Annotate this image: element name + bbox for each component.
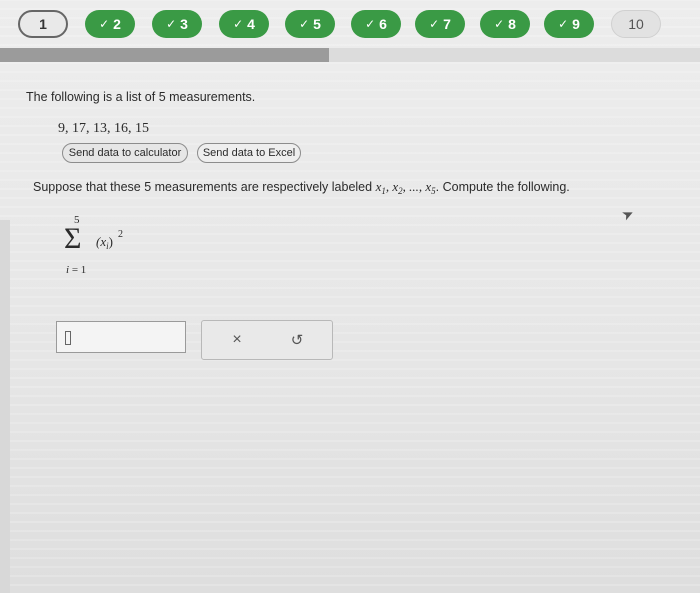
question-variables: x1, x2, ..., x5	[376, 179, 436, 196]
answer-input[interactable]	[56, 321, 186, 353]
check-icon: ✓	[299, 17, 310, 31]
step-label: 1	[39, 16, 47, 32]
send-to-excel-button[interactable]: Send data to Excel	[197, 143, 301, 163]
check-icon: ✓	[429, 17, 440, 31]
step-button-6[interactable]: ✓ 6	[351, 10, 401, 38]
send-to-excel-label: Send data to Excel	[202, 147, 296, 159]
left-edge-shadow	[0, 220, 10, 593]
intro-text: The following is a list of 5 measurement…	[26, 90, 256, 104]
step-label: 10	[628, 16, 644, 32]
send-to-calculator-label: Send data to calculator	[68, 147, 182, 159]
progress-fill	[0, 48, 329, 62]
check-icon: ✓	[494, 17, 505, 31]
term-close: )	[108, 234, 113, 249]
sum-power: 2	[118, 229, 123, 240]
text-cursor-icon	[65, 331, 71, 345]
step-label: 4	[247, 16, 255, 32]
undo-icon: ↺	[290, 332, 304, 349]
var-x: , ..., x	[402, 179, 432, 194]
step-button-7[interactable]: ✓ 7	[415, 10, 465, 38]
question-navigation: 1 ✓ 2 ✓ 3 ✓ 4 ✓ 5 ✓ 6 ✓ 7 ✓ 8 ✓ 9 10	[18, 6, 668, 40]
check-icon: ✓	[99, 17, 110, 31]
step-button-3[interactable]: ✓ 3	[152, 10, 202, 38]
question-text: Suppose that these 5 measurements are re…	[33, 179, 570, 196]
send-to-calculator-button[interactable]: Send data to calculator	[62, 143, 188, 163]
step-label: 5	[313, 16, 321, 32]
clear-button[interactable]: ×	[208, 325, 266, 355]
step-button-2[interactable]: ✓ 2	[85, 10, 135, 38]
page-background	[0, 0, 700, 593]
var-x: , x	[385, 179, 399, 194]
step-label: 8	[508, 16, 516, 32]
check-icon: ✓	[558, 17, 569, 31]
answer-actions: × ↺	[201, 320, 333, 360]
check-icon: ✓	[166, 17, 177, 31]
sigma-icon: Σ	[64, 222, 82, 255]
measurement-list: 9, 17, 13, 16, 15	[58, 121, 149, 136]
check-icon: ✓	[365, 17, 376, 31]
term-open: (x	[96, 234, 107, 249]
check-icon: ✓	[233, 17, 244, 31]
step-label: 7	[443, 16, 451, 32]
step-label: 2	[113, 16, 121, 32]
undo-button[interactable]: ↺	[268, 325, 326, 355]
progress-bar	[0, 48, 700, 62]
step-label: 6	[379, 16, 387, 32]
step-label: 3	[180, 16, 188, 32]
lower-eq: = 1	[69, 264, 87, 276]
question-suffix: . Compute the following.	[435, 180, 570, 194]
step-button-1[interactable]: 1	[18, 10, 68, 38]
step-button-5[interactable]: ✓ 5	[285, 10, 335, 38]
sum-lower-limit: i = 1	[66, 264, 86, 276]
step-label: 9	[572, 16, 580, 32]
sum-term: (xi)	[96, 234, 113, 251]
summation-expression: 5 Σ (xi) 2 i = 1	[64, 214, 144, 280]
step-button-4[interactable]: ✓ 4	[219, 10, 269, 38]
close-icon: ×	[232, 331, 242, 348]
step-button-10[interactable]: 10	[611, 10, 661, 38]
question-prefix: Suppose that these 5 measurements are re…	[33, 180, 376, 194]
step-button-8[interactable]: ✓ 8	[480, 10, 530, 38]
step-button-9[interactable]: ✓ 9	[544, 10, 594, 38]
